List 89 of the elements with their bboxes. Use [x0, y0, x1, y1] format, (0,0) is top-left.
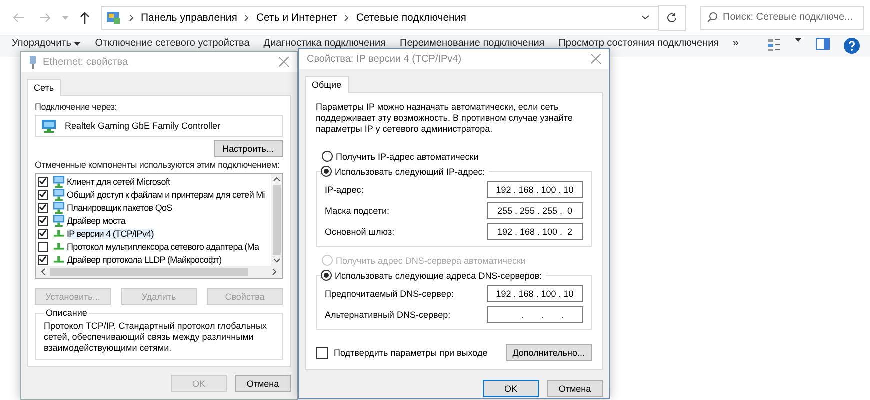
field-label: Маска подсети: — [325, 206, 390, 216]
ip-address-field[interactable]: . . . — [487, 306, 583, 323]
breadcrumb-item[interactable]: Сеть и Интернет — [256, 12, 338, 24]
scroll-up-icon[interactable] — [272, 177, 280, 182]
search-field[interactable]: Поиск: Сетевые подключе... — [700, 6, 864, 30]
network-adapter-icon — [41, 119, 57, 133]
checkbox[interactable] — [38, 202, 48, 212]
control-panel-icon — [106, 10, 122, 26]
breadcrumb-item[interactable]: Сетевые подключения — [356, 12, 466, 24]
horizontal-scrollbar[interactable] — [36, 266, 282, 278]
dialog-button[interactable]: OK — [483, 380, 539, 397]
toolbar-button[interactable]: Просмотр состояния подключения — [558, 38, 720, 50]
tab[interactable]: Общие — [305, 76, 349, 93]
checkbox[interactable] — [316, 346, 328, 358]
network-protocol-icon — [52, 230, 66, 238]
scroll-left-icon[interactable] — [41, 268, 46, 276]
toolbar-button[interactable]: Отключение сетевого устройства — [95, 38, 250, 50]
field-label: Предпочитаемый DNS-сервер: — [325, 288, 454, 298]
breadcrumb-item[interactable]: Панель управления — [141, 12, 238, 24]
organize-menu[interactable]: Упорядочить — [12, 38, 82, 50]
search-icon — [707, 12, 718, 22]
caret-icon — [74, 42, 82, 46]
close-icon[interactable] — [279, 57, 289, 67]
checkbox[interactable] — [38, 176, 48, 186]
chevron-icon — [129, 14, 134, 22]
tab[interactable]: Сеть — [27, 79, 62, 96]
ip-address-field[interactable]: 255 . 255 . 255 . 0 — [487, 202, 583, 219]
configure-button[interactable]: Настроить... — [214, 140, 283, 157]
caret-icon[interactable] — [794, 38, 802, 42]
help-icon[interactable] — [844, 38, 860, 54]
component-item[interactable]: Драйвер моста — [67, 216, 126, 226]
vertical-scrollbar[interactable] — [271, 174, 282, 266]
checkbox[interactable] — [38, 190, 48, 200]
ip-address-field[interactable]: 192 . 168 . 100 . 2 — [487, 223, 583, 240]
window-title: Ethernet: свойства — [43, 56, 128, 68]
radio-label[interactable]: Получить IP-адрес автоматически — [336, 152, 479, 162]
scroll-right-icon[interactable] — [272, 268, 277, 276]
checkbox[interactable] — [38, 254, 48, 264]
radio-label[interactable]: Использовать следующий IP-адрес: — [335, 166, 486, 176]
checkbox[interactable] — [38, 242, 48, 252]
view-options-icon[interactable] — [766, 38, 781, 52]
monitor-icon — [52, 176, 66, 188]
field-label: Основной шлюз: — [325, 226, 395, 236]
radio-button[interactable] — [322, 151, 333, 162]
ip-address-field[interactable]: 192 . 168 . 100 . 10 — [487, 181, 583, 198]
field-label: IP-адрес: — [325, 184, 364, 194]
component-item[interactable]: Общий доступ к файлам и принтерам для сетей Mi — [67, 190, 265, 200]
radio-label[interactable]: Использовать следующие адреса DNS-серверов: — [335, 270, 542, 280]
radio-button[interactable] — [321, 270, 332, 281]
more-button[interactable]: » — [733, 38, 739, 50]
components-label: Отмеченные компоненты используются этим подключением: — [35, 160, 281, 170]
component-item[interactable]: Протокол мультиплексора сетевого адаптера (Ма — [67, 242, 260, 252]
monitor-icon — [52, 214, 66, 226]
adapter-name: Realtek Gaming GbE Family Controller — [65, 121, 221, 131]
scroll-down-icon[interactable] — [272, 258, 280, 263]
advanced-button[interactable]: Дополнительно... — [506, 344, 592, 361]
dropdown-icon[interactable] — [641, 15, 650, 20]
chevron-icon — [244, 14, 250, 22]
component-item[interactable]: Драйвер протокола LLDP (Майкрософт) — [67, 254, 222, 264]
dialog-button[interactable]: Отмена — [547, 380, 603, 397]
chevron-icon — [344, 14, 350, 22]
window-title: Свойства: IP версии 4 (TCP/IPv4) — [307, 54, 462, 64]
toolbar-button[interactable]: Переименование подключения — [400, 38, 545, 50]
checkbox-label[interactable]: Подтвердить параметры при выходе — [334, 348, 488, 358]
monitor-icon — [52, 188, 66, 200]
network-cable-icon — [29, 56, 37, 68]
refresh-button[interactable] — [658, 4, 686, 30]
intro-text: Параметры IP можно назначать автоматически, если сеть поддерживает эту возможность. В противном случае узнайте параметры IP у сетевого администратора. — [316, 102, 574, 135]
radio-button[interactable] — [321, 166, 332, 177]
network-protocol-icon — [52, 256, 66, 264]
field-label: Альтернативный DNS-сервер: — [325, 310, 451, 320]
checkbox[interactable] — [38, 228, 48, 238]
close-icon[interactable] — [591, 54, 601, 64]
preview-pane-icon[interactable] — [816, 38, 830, 50]
refresh-icon — [666, 12, 678, 24]
component-item[interactable]: Планировщик пакетов QoS — [67, 202, 172, 212]
network-protocol-icon — [52, 242, 66, 250]
monitor-icon — [52, 202, 66, 214]
ip-address-field[interactable]: 192 . 168 . 100 . 10 — [487, 285, 583, 302]
description-text: Протокол TCP/IP. Стандартный протокол глобальных сетей, обеспечивающий связь между различными взаимодействующими сетями. — [44, 321, 268, 354]
component-item[interactable]: Клиент для сетей Microsoft — [67, 176, 170, 186]
dialog-button[interactable]: Отмена — [235, 375, 291, 392]
checkbox[interactable] — [38, 216, 48, 226]
up-arrow-icon[interactable] — [80, 12, 90, 24]
toolbar-button[interactable]: Диагностика подключения — [264, 38, 386, 50]
component-item[interactable]: IP версии 4 (TCP/IPv4) — [67, 228, 154, 238]
address-bar[interactable]: Панель управления Сеть и Интернет Сетевые подключения — [101, 6, 659, 30]
connect-via-label: Подключение через: — [35, 102, 118, 112]
group-title: Описание — [45, 308, 88, 318]
